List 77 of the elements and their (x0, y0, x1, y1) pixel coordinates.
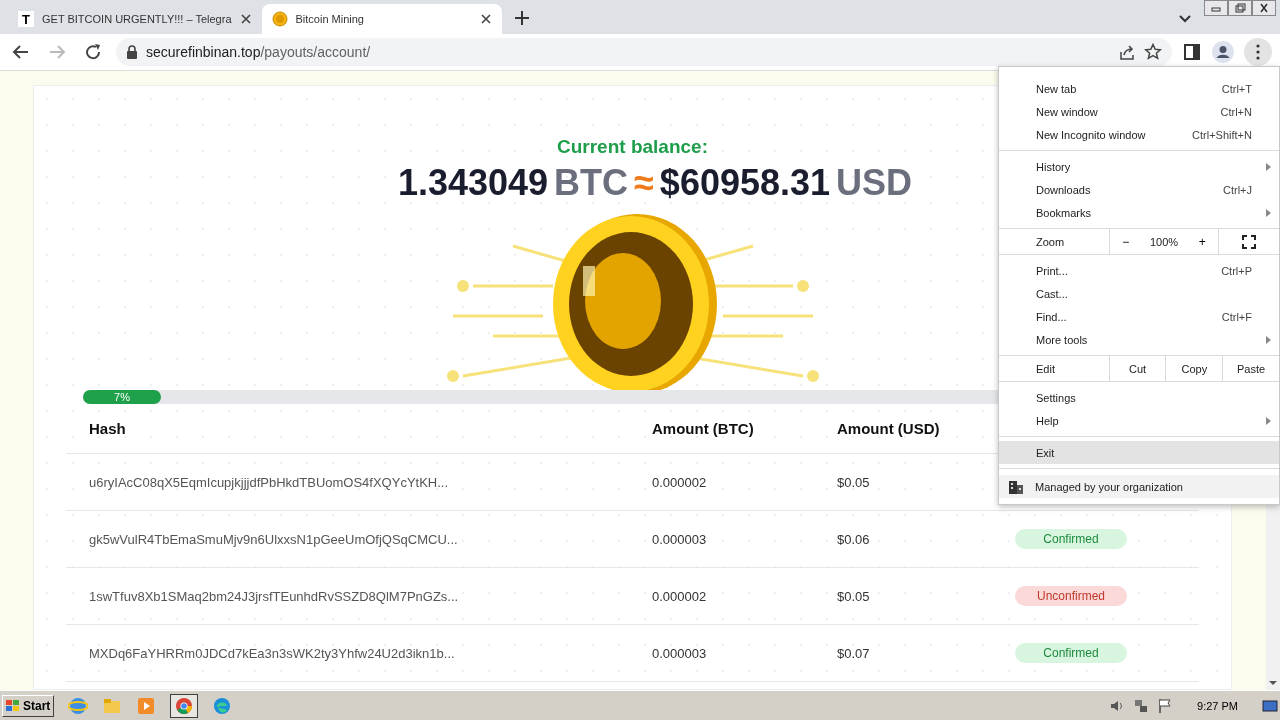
table-cell-text: 0.000002 (652, 588, 708, 604)
zoom-in-button[interactable]: + (1194, 234, 1210, 249)
hash-cell-text: MXDq6FaYHRRm0JDCd7kEa3n3sWK2ty3Yhfw24U2d3ikn1b... (88, 645, 456, 661)
share-icon[interactable] (1118, 43, 1136, 61)
side-panel-icon[interactable] (1182, 42, 1202, 62)
profile-icon[interactable] (1212, 41, 1234, 63)
browser-tab[interactable]: Bitcoin Mining (261, 4, 502, 34)
currency-unit: USD (836, 162, 913, 204)
close-icon[interactable] (239, 13, 252, 25)
address-bar[interactable]: securefinbinan.top/payouts/account/ (116, 38, 1172, 66)
edit-button[interactable]: Copy (1165, 356, 1223, 381)
flag-icon[interactable] (1157, 697, 1174, 714)
table-cell-text: 0.000003 (652, 645, 708, 661)
close-icon (1257, 3, 1271, 13)
menu-label: Edit (1035, 362, 1056, 375)
menu-item[interactable]: New Incognito window Ctrl+Shift+N (999, 123, 1279, 146)
chrome-icon (175, 696, 193, 715)
show-desktop-icon[interactable] (1262, 697, 1278, 714)
restore-icon (1233, 3, 1247, 13)
edit-button[interactable]: Paste (1222, 356, 1279, 381)
hash-cell-text: u6ryIAcC08qX5EqmIcupjkjjjdfPbHkdTBUomOS4fXQYcYtKH... (88, 474, 450, 490)
menu-item[interactable]: History (999, 155, 1279, 178)
managed-notice[interactable]: Managed by your organization (999, 475, 1279, 498)
hash-cell-text: 1swTfuv8Xb1SMaq2bm24J3jrsfTEunhdRvSSZD8QlM7PnGZs... (88, 588, 460, 604)
status-badge: Confirmed (1015, 529, 1127, 549)
menu-item[interactable]: New tab Ctrl+T (999, 77, 1279, 100)
star-icon[interactable] (1144, 43, 1162, 61)
table-cell-text: 0.000002 (652, 474, 708, 490)
menu-item[interactable]: Bookmarks (999, 201, 1279, 224)
zoom-out-button[interactable]: − (1118, 234, 1134, 249)
scroll-down-icon[interactable] (1268, 678, 1278, 688)
window-button[interactable] (1228, 0, 1252, 16)
status-badge: Confirmed (1015, 643, 1127, 663)
progress-fill: 7% (83, 390, 161, 404)
edit-button[interactable]: Cut (1108, 356, 1166, 381)
usd-amount: $60958.31 (659, 162, 831, 204)
menu-button[interactable] (1244, 38, 1272, 66)
url-text: securefinbinan.top/payouts/account/ (146, 44, 371, 60)
column-header: Hash (88, 420, 127, 437)
menu-item[interactable]: Help (999, 409, 1279, 432)
fullscreen-icon[interactable] (1242, 234, 1256, 249)
zoom-level: 100% (1149, 235, 1179, 248)
status-badge: Unconfirmed (1015, 586, 1127, 606)
table-cell-text: $0.05 (837, 474, 871, 490)
start-button[interactable]: Start (2, 694, 54, 717)
menu-item[interactable]: Exit (999, 441, 1279, 464)
coin-icon (271, 11, 288, 27)
menu-label: Zoom (1035, 235, 1066, 248)
kebab-menu-icon (1256, 44, 1260, 60)
table-cell-text: 0.000003 (652, 531, 708, 547)
browser-tab[interactable]: T GET BITCOIN URGENTLY!!! – Telegra (8, 4, 262, 34)
window-button[interactable] (1252, 0, 1276, 16)
close-icon[interactable] (479, 13, 492, 25)
btc-amount: 1.343049 (397, 162, 549, 204)
windows-logo-icon (5, 698, 21, 713)
network-icon[interactable] (1133, 697, 1150, 714)
taskbar-app-button[interactable] (170, 693, 198, 718)
menu-item[interactable]: New window Ctrl+N (999, 100, 1279, 123)
menu-item[interactable]: More tools (999, 328, 1279, 351)
menu-item[interactable]: Find... Ctrl+F (999, 305, 1279, 328)
menu-item[interactable]: Settings (999, 386, 1279, 409)
table-cell-text: $0.07 (837, 645, 871, 661)
menu-item[interactable]: Cast... (999, 282, 1279, 305)
building-icon (1008, 479, 1024, 494)
column-header: Amount (BTC) (652, 420, 755, 437)
approx-sign: ≈ (634, 162, 654, 204)
currency-unit: BTC (554, 162, 629, 204)
reload-icon[interactable] (83, 42, 103, 62)
hash-cell-text: gk5wVulR4TbEmaSmuMjv9n6UlxxsN1pGeeUmOfjQSqCMCU... (88, 531, 459, 547)
lock-icon (126, 45, 138, 59)
tab-favicon: T (18, 11, 34, 27)
column-header: Amount (USD) (837, 420, 941, 437)
menu-item[interactable]: Downloads Ctrl+J (999, 178, 1279, 201)
table-cell-text: $0.06 (837, 531, 871, 547)
clock: 9:27 PM (1197, 699, 1238, 712)
menu-item[interactable]: Print... Ctrl+P (999, 259, 1279, 282)
table-cell-text: $0.05 (837, 588, 871, 604)
